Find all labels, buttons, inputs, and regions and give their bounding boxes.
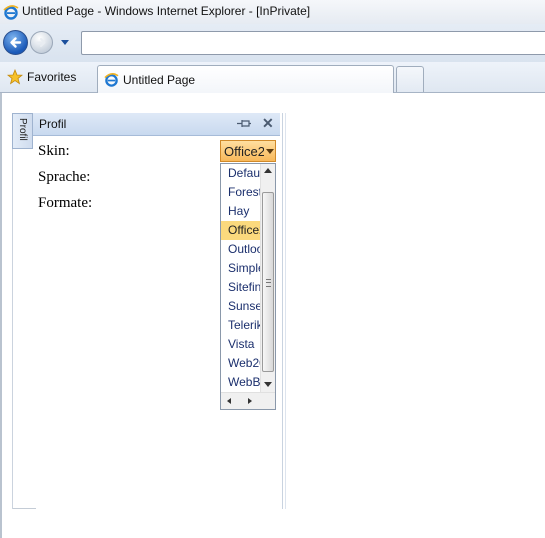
chevron-down-icon[interactable] <box>266 149 274 154</box>
tab-label: Untitled Page <box>123 72 196 87</box>
title-bar: Untitled Page - Windows Internet Explore… <box>0 0 545 24</box>
scroll-down-icon[interactable] <box>264 382 272 387</box>
list-item[interactable]: Hay <box>221 202 260 221</box>
list-item[interactable]: Forest <box>221 183 260 202</box>
navigation-bar <box>0 24 545 62</box>
list-item-selected[interactable]: Office2007 <box>221 221 260 240</box>
recent-pages-dropdown-icon[interactable] <box>60 39 70 46</box>
list-item[interactable]: Telerik <box>221 316 260 335</box>
list-item[interactable]: Sitefinity <box>221 278 260 297</box>
list-item[interactable]: Default <box>221 164 260 183</box>
back-button[interactable] <box>3 30 28 55</box>
window-title: Untitled Page - Windows Internet Explore… <box>22 4 311 18</box>
list-item[interactable]: Outlook <box>221 240 260 259</box>
grip-icon <box>266 279 271 287</box>
tab-untitled-page[interactable]: Untitled Page <box>97 65 394 93</box>
favorites-bar: Favorites Untitled Page <box>0 62 545 93</box>
address-bar-input[interactable] <box>81 31 545 55</box>
forward-arrow-icon <box>36 38 46 47</box>
list-item[interactable]: Simple <box>221 259 260 278</box>
dropdown-items: Default Forest Hay Office2007 Outlook Si… <box>221 164 260 392</box>
list-item[interactable]: WebBlue <box>221 373 260 392</box>
page-border <box>0 93 2 538</box>
pane-title: Profil <box>39 117 67 131</box>
scrollbar-thumb[interactable] <box>262 192 274 372</box>
ie-icon <box>3 5 19 20</box>
list-item[interactable]: Vista <box>221 335 260 354</box>
scroll-left-icon[interactable] <box>227 398 231 404</box>
back-arrow-icon <box>10 37 22 48</box>
skin-combobox[interactable]: Office2007 <box>220 140 276 162</box>
favorites-label: Favorites <box>27 70 77 84</box>
horizontal-scrollbar[interactable] <box>221 392 275 409</box>
skin-dropdown-list: Default Forest Hay Office2007 Outlook Si… <box>220 163 276 410</box>
pin-icon[interactable] <box>236 118 252 129</box>
scroll-right-icon[interactable] <box>248 398 252 404</box>
vertical-scrollbar[interactable] <box>260 164 275 392</box>
list-item[interactable]: Web20 <box>221 354 260 373</box>
new-tab-button[interactable] <box>396 66 424 92</box>
sprache-label: Sprache: <box>38 169 91 185</box>
favorites-button[interactable]: Favorites <box>3 66 82 88</box>
dock-zone-border <box>12 149 13 509</box>
scroll-up-icon[interactable] <box>264 168 272 173</box>
close-icon[interactable]: ✕ <box>262 116 274 130</box>
list-item[interactable]: Sunset <box>221 297 260 316</box>
skin-label: Skin: <box>38 143 70 159</box>
pane-header: Profil ✕ <box>33 113 280 136</box>
skin-combobox-value: Office2007 <box>224 144 264 159</box>
ie-icon <box>104 73 119 87</box>
dock-tab-profil[interactable]: Profil <box>12 113 33 149</box>
dock-tab-label: Profil <box>17 118 28 141</box>
forward-button[interactable] <box>30 31 53 54</box>
pane-splitter[interactable] <box>285 113 286 509</box>
star-icon <box>7 69 23 85</box>
formate-label: Formate: <box>38 195 93 211</box>
